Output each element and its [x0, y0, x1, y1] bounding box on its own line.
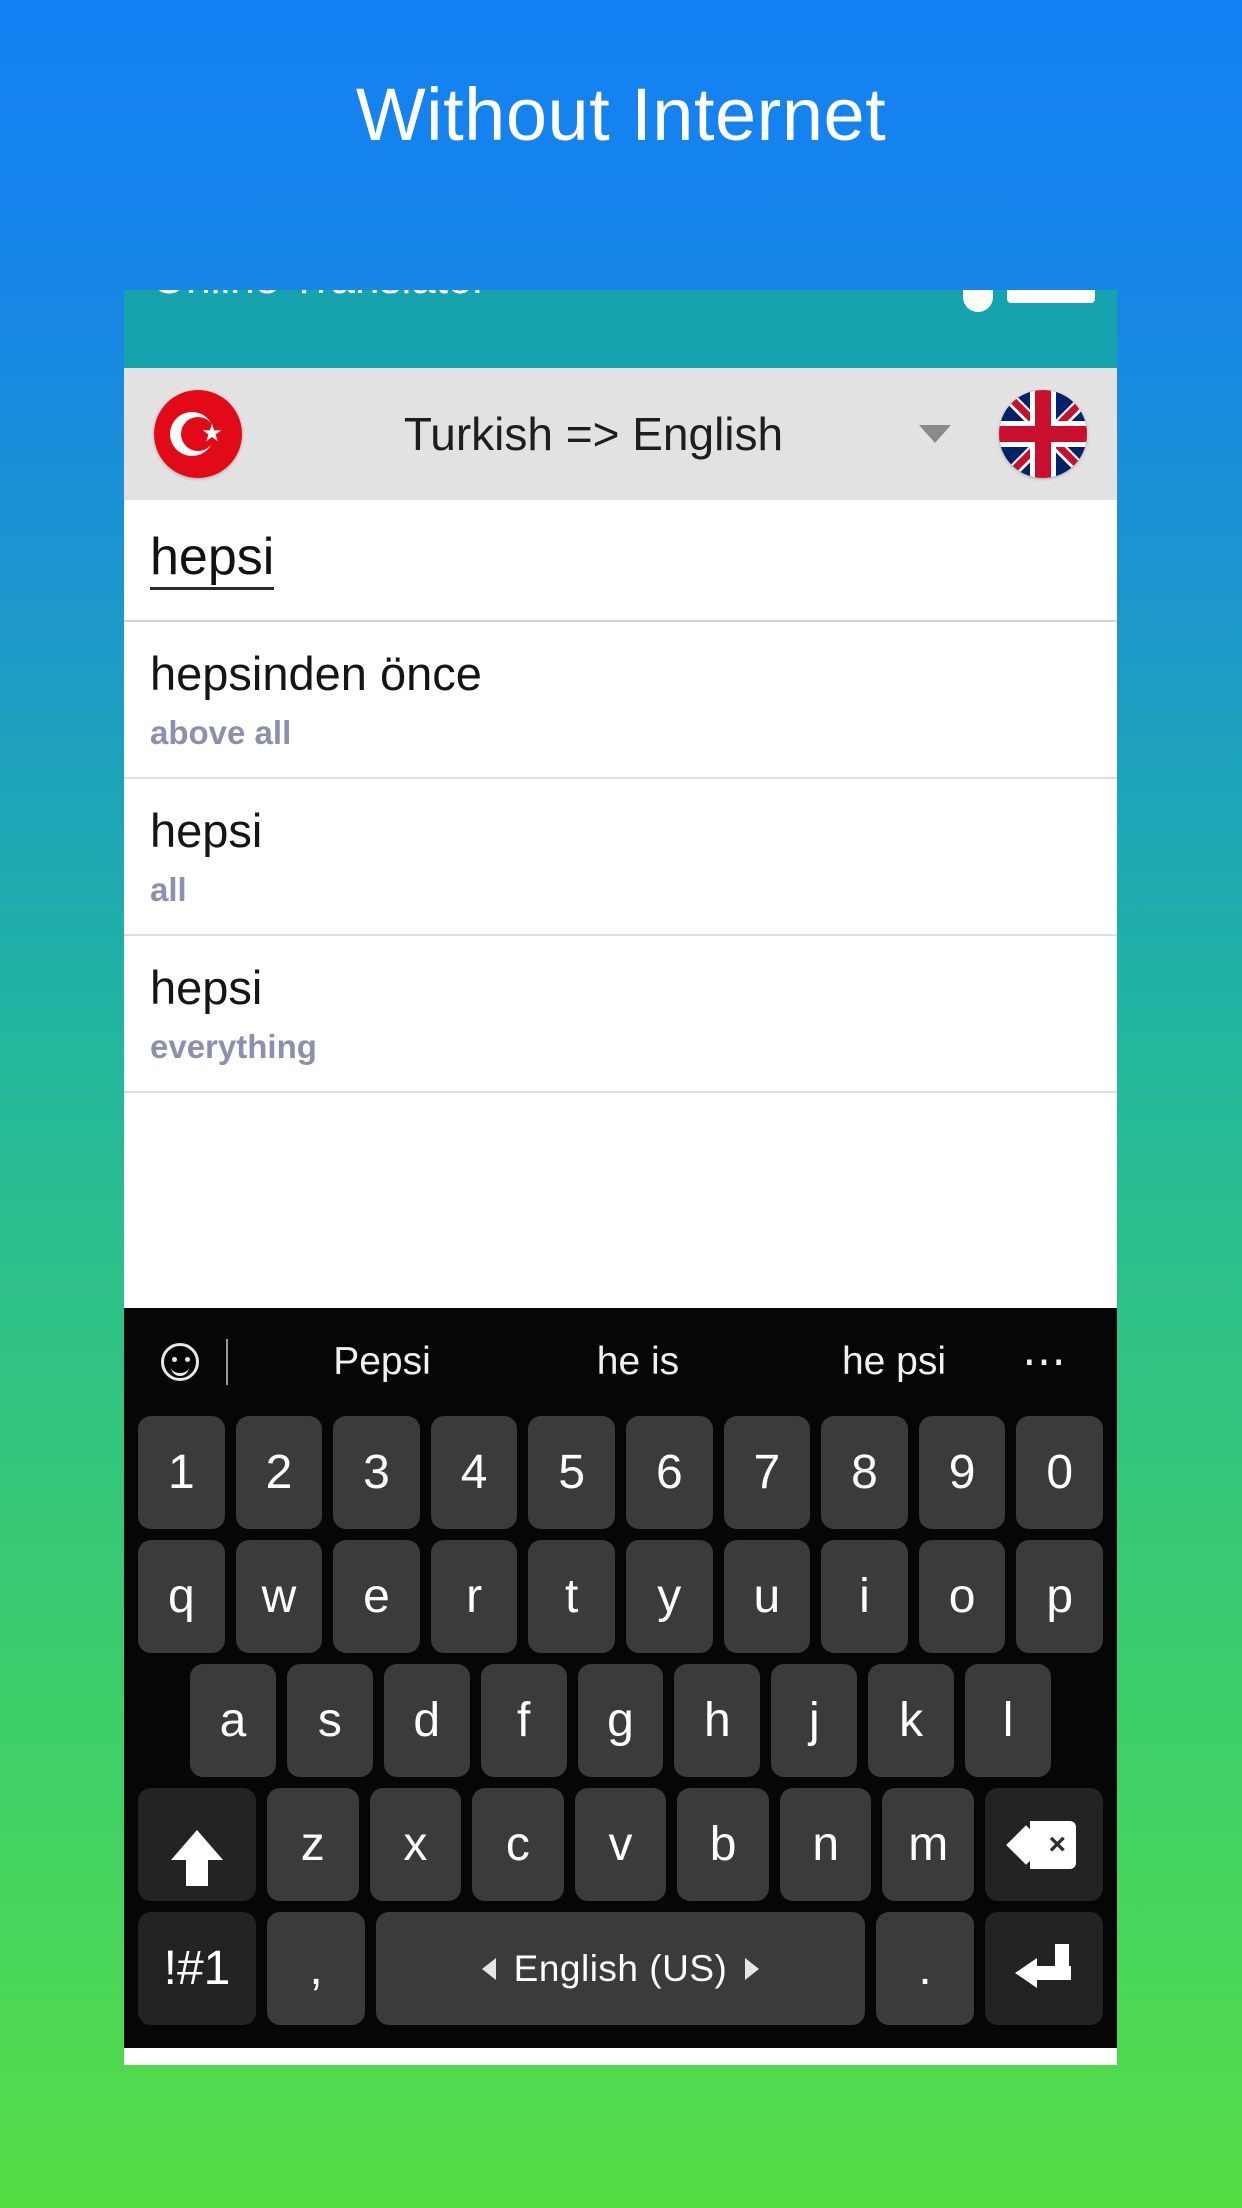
result-target-word: everything	[150, 1028, 317, 1066]
app-bar: Online Translator	[124, 290, 1117, 368]
mic-icon[interactable]	[963, 290, 993, 312]
key-k[interactable]: k	[868, 1664, 955, 1777]
turkey-flag-icon[interactable]: ★	[154, 390, 242, 478]
key-m[interactable]: m	[882, 1788, 975, 1901]
key-h[interactable]: h	[674, 1664, 761, 1777]
key-j[interactable]: j	[771, 1664, 858, 1777]
language-selector[interactable]: ★ Turkish => English	[124, 368, 1117, 500]
suggestion-item[interactable]: he psi	[766, 1340, 1022, 1384]
key-e[interactable]: e	[333, 1540, 420, 1653]
chevron-down-icon[interactable]	[919, 425, 951, 443]
key-n[interactable]: n	[779, 1788, 872, 1901]
list-item[interactable]: hepsi everything	[124, 936, 1117, 1093]
backspace-icon: ×	[1006, 1820, 1077, 1869]
comma-key[interactable]: ,	[267, 1912, 365, 2025]
key-z[interactable]: z	[266, 1788, 359, 1901]
suggestion-divider	[226, 1339, 228, 1385]
result-source-word: hepsi	[150, 961, 263, 1014]
suggestion-list: Pepsi he is he psi	[254, 1340, 1022, 1384]
search-field-row[interactable]: hepsi	[124, 500, 1117, 622]
result-target-word: all	[150, 871, 187, 909]
result-source-word: hepsinden önce	[150, 647, 482, 700]
key-l[interactable]: l	[965, 1664, 1052, 1777]
key-3[interactable]: 3	[333, 1416, 420, 1529]
space-key-label: English (US)	[513, 1948, 728, 1989]
enter-key[interactable]	[985, 1912, 1103, 2025]
key-0[interactable]: 0	[1016, 1416, 1103, 1529]
united-kingdom-flag-icon[interactable]	[999, 390, 1087, 478]
key-w[interactable]: w	[235, 1540, 323, 1653]
keyboard-row-space: !#1 , English (US) .	[124, 1912, 1117, 2025]
key-g[interactable]: g	[577, 1664, 664, 1777]
results-list: hepsinden önce above all hepsi all hepsi…	[124, 622, 1117, 1308]
list-item[interactable]: hepsi all	[124, 779, 1117, 936]
key-d[interactable]: d	[383, 1664, 470, 1777]
key-4[interactable]: 4	[430, 1416, 518, 1529]
key-2[interactable]: 2	[235, 1416, 323, 1529]
result-target-word: above all	[150, 714, 292, 752]
key-r[interactable]: r	[430, 1540, 518, 1653]
key-8[interactable]: 8	[821, 1416, 908, 1529]
shift-icon	[170, 1829, 223, 1886]
software-keyboard: Pepsi he is he psi ⋯ 1 2 3 4 5 6 7 8 9 0…	[124, 1308, 1117, 2048]
suggestion-bar: Pepsi he is he psi ⋯	[124, 1308, 1117, 1416]
key-q[interactable]: q	[138, 1540, 225, 1653]
keyboard-row-top: q w e r t y u i o p	[124, 1540, 1117, 1653]
backspace-key[interactable]: ×	[985, 1788, 1104, 1901]
keyboard-row-bottom-letters: z x c v b n m ×	[124, 1788, 1117, 1901]
key-c[interactable]: c	[472, 1788, 564, 1901]
search-input[interactable]: hepsi	[150, 530, 275, 590]
suggestion-item[interactable]: he is	[510, 1340, 766, 1384]
overflow-dots-icon[interactable]: ⋯	[1022, 1340, 1087, 1384]
key-i[interactable]: i	[821, 1540, 908, 1653]
key-9[interactable]: 9	[918, 1416, 1006, 1529]
list-item[interactable]: hepsinden önce above all	[124, 622, 1117, 779]
key-t[interactable]: t	[528, 1540, 615, 1653]
key-o[interactable]: o	[918, 1540, 1006, 1653]
prev-language-icon[interactable]	[481, 1957, 496, 1980]
space-key[interactable]: English (US)	[376, 1912, 865, 2025]
key-f[interactable]: f	[480, 1664, 567, 1777]
next-language-icon[interactable]	[745, 1957, 760, 1980]
key-y[interactable]: y	[626, 1540, 713, 1653]
results-empty-space	[124, 1093, 1117, 1308]
key-v[interactable]: v	[574, 1788, 667, 1901]
menu-bar-icon[interactable]	[1007, 290, 1095, 303]
period-key[interactable]: .	[876, 1912, 974, 2025]
key-b[interactable]: b	[677, 1788, 769, 1901]
app-bar-title: Online Translator	[152, 290, 487, 304]
enter-icon	[1015, 1943, 1073, 1994]
key-6[interactable]: 6	[626, 1416, 713, 1529]
shift-key[interactable]	[137, 1788, 256, 1901]
emoji-smiley-icon[interactable]	[154, 1336, 206, 1388]
symbols-key[interactable]: !#1	[138, 1912, 256, 2025]
language-pair-label[interactable]: Turkish => English	[242, 407, 919, 461]
key-7[interactable]: 7	[723, 1416, 811, 1529]
phone-screenshot: Online Translator ★ Turkish => English h…	[124, 290, 1117, 2065]
keyboard-row-home: a s d f g h j k l	[124, 1664, 1117, 1777]
key-x[interactable]: x	[369, 1788, 462, 1901]
key-1[interactable]: 1	[138, 1416, 225, 1529]
key-s[interactable]: s	[286, 1664, 373, 1777]
page-title: Without Internet	[355, 73, 887, 156]
key-a[interactable]: a	[190, 1664, 276, 1777]
app-bar-actions	[963, 290, 1095, 312]
suggestion-item[interactable]: Pepsi	[254, 1340, 510, 1384]
key-5[interactable]: 5	[528, 1416, 615, 1529]
keyboard-row-numbers: 1 2 3 4 5 6 7 8 9 0	[124, 1416, 1117, 1529]
key-u[interactable]: u	[723, 1540, 811, 1653]
result-source-word: hepsi	[150, 804, 263, 857]
key-p[interactable]: p	[1016, 1540, 1103, 1653]
